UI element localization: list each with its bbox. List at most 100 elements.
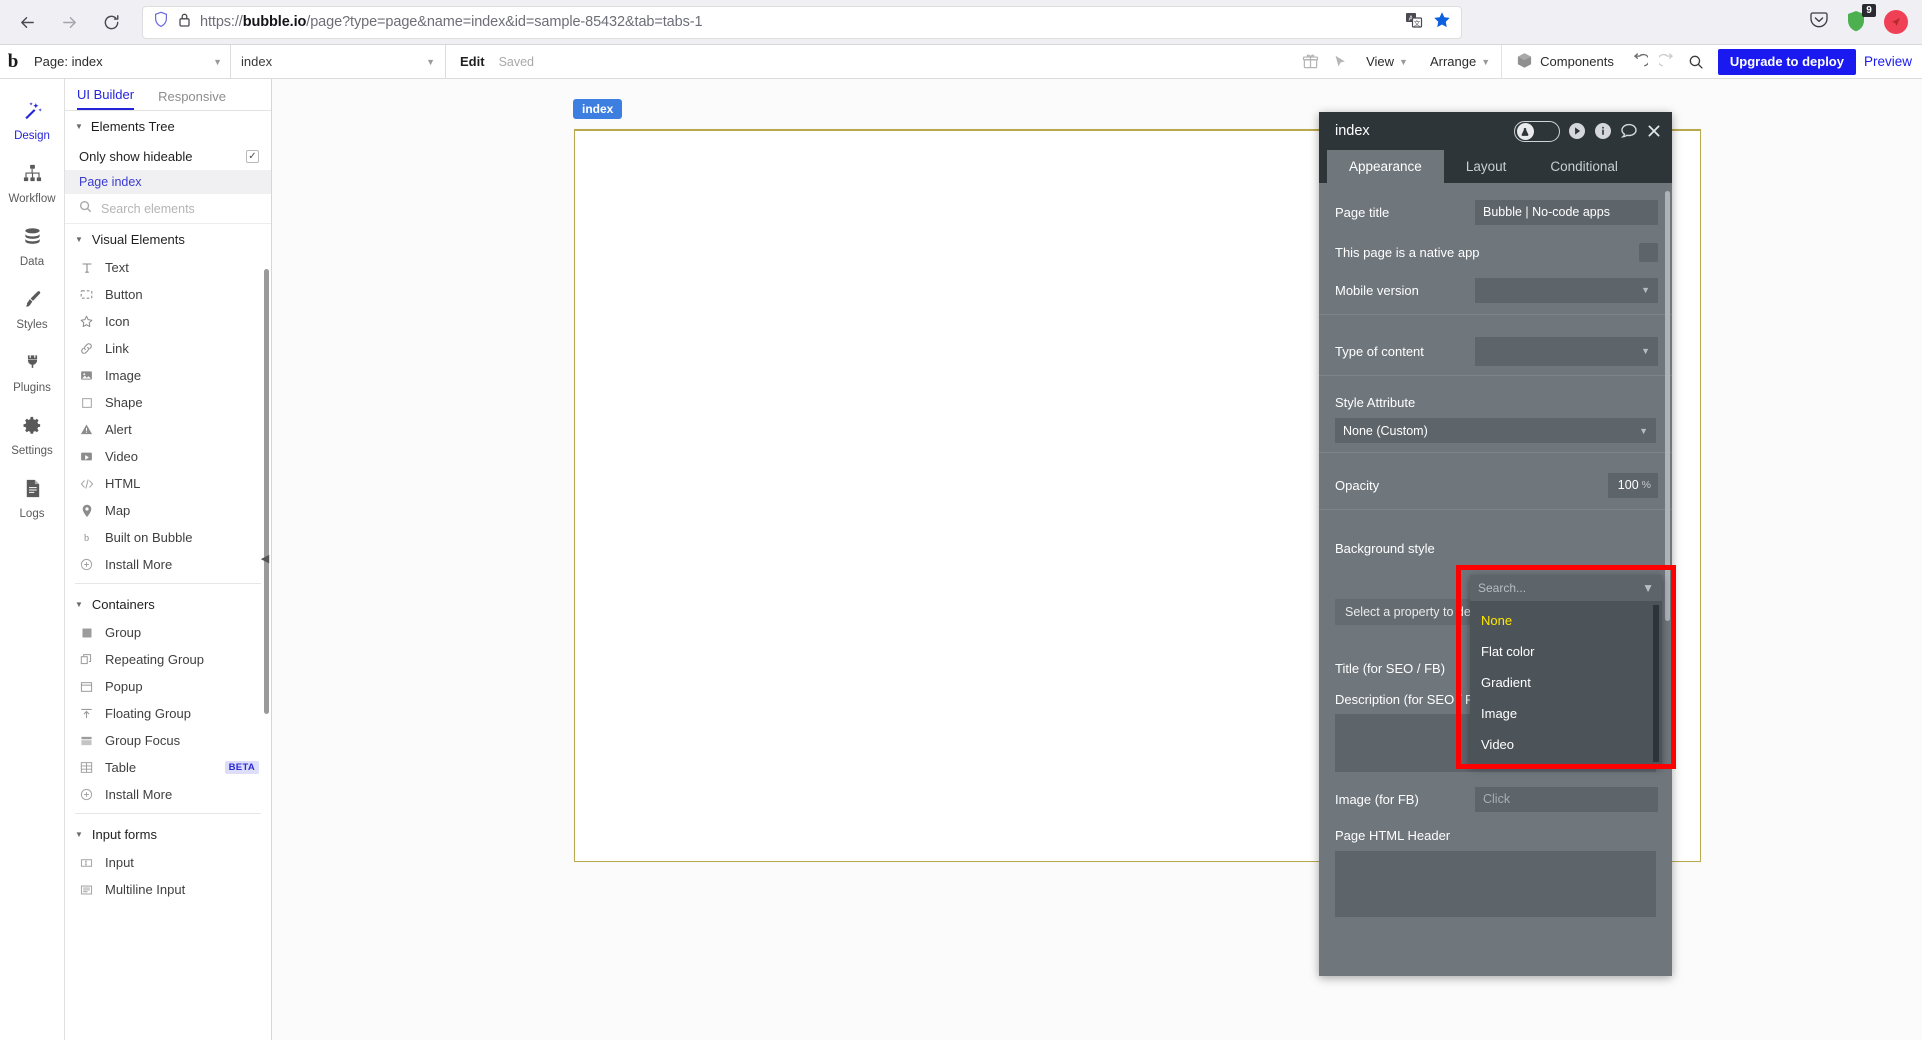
property-divider	[1319, 375, 1672, 376]
element-item-image[interactable]: Image	[65, 362, 271, 389]
tab-conditional[interactable]: Conditional	[1528, 150, 1640, 183]
dropdown-option-image[interactable]: Image	[1470, 698, 1662, 729]
tracking-shield-icon[interactable]	[153, 11, 169, 33]
info-circle-icon[interactable]	[1594, 122, 1612, 140]
page-html-header-textarea[interactable]	[1335, 851, 1656, 917]
type-of-content-dropdown[interactable]: ▼	[1475, 336, 1658, 366]
element-item-icon[interactable]: Icon	[65, 308, 271, 335]
sidebar-item-workflow[interactable]: Workflow	[0, 152, 65, 215]
element-item-video[interactable]: Video	[65, 443, 271, 470]
translate-icon[interactable]: A文	[1405, 11, 1423, 34]
only-show-hideable-row[interactable]: Only show hideable ✓	[65, 142, 271, 170]
elements-panel-scrollbar[interactable]	[264, 269, 269, 714]
section-header-visual-elements[interactable]: ▼ Visual Elements	[65, 224, 271, 254]
sidebar-item-styles[interactable]: Styles	[0, 278, 65, 341]
undo-icon[interactable]	[1626, 45, 1654, 79]
dropdown-search-field[interactable]: Search... ▼	[1470, 575, 1662, 601]
section-header-input-forms[interactable]: ▼ Input forms	[65, 819, 271, 849]
cursor-icon[interactable]	[1325, 45, 1355, 79]
cube-icon	[1516, 52, 1533, 72]
only-show-hideable-checkbox[interactable]: ✓	[246, 149, 259, 163]
visibility-toggle-icon[interactable]	[1514, 120, 1560, 142]
element-item-table[interactable]: Table BETA	[65, 754, 271, 781]
pocket-icon[interactable]	[1808, 9, 1830, 36]
preview-button[interactable]: Preview	[1864, 54, 1922, 69]
dropdown-option-flat-color[interactable]: Flat color	[1470, 636, 1662, 667]
element-label: Table	[105, 760, 137, 775]
sidebar-item-plugins[interactable]: Plugins	[0, 341, 65, 404]
page-title-input[interactable]: Bubble | No-code apps	[1475, 199, 1658, 225]
extension-shield-icon[interactable]: 9	[1844, 4, 1876, 35]
play-circle-icon[interactable]	[1568, 122, 1586, 140]
sidebar-item-logs[interactable]: Logs	[0, 467, 65, 530]
element-item-input[interactable]: Input	[65, 849, 271, 876]
element-selector-dropdown[interactable]: index ▼	[231, 44, 446, 79]
element-item-install-more-containers[interactable]: Install More	[65, 781, 271, 808]
element-item-link[interactable]: Link	[65, 335, 271, 362]
sidebar-item-design[interactable]: Design	[0, 89, 65, 152]
mobile-version-dropdown[interactable]: ▼	[1475, 277, 1658, 303]
element-item-repeating-group[interactable]: Repeating Group	[65, 646, 271, 673]
element-item-button[interactable]: Button	[65, 281, 271, 308]
profile-avatar-icon[interactable]	[1884, 10, 1908, 34]
sidebar-item-data[interactable]: Data	[0, 215, 65, 278]
style-attribute-dropdown[interactable]: None (Custom) ▼	[1335, 418, 1656, 443]
forward-arrow-icon[interactable]	[50, 5, 88, 39]
search-icon[interactable]	[1682, 45, 1710, 79]
comment-bubble-icon[interactable]	[1620, 122, 1638, 140]
dropdown-scrollbar[interactable]	[1653, 605, 1659, 762]
components-button[interactable]: Components	[1501, 44, 1626, 79]
canvas-page-tag[interactable]: index	[573, 99, 623, 119]
page-index-item[interactable]: Page index	[65, 170, 271, 194]
dropdown-option-video[interactable]: Video	[1470, 729, 1662, 760]
section-header-containers[interactable]: ▼ Containers	[65, 589, 271, 619]
bookmark-star-icon[interactable]	[1433, 11, 1451, 34]
design-wand-icon	[22, 100, 43, 126]
reload-icon[interactable]	[92, 5, 130, 39]
arrange-menu[interactable]: Arrange ▼	[1419, 45, 1501, 79]
element-item-group-focus[interactable]: Group Focus	[65, 727, 271, 754]
element-item-group[interactable]: Group	[65, 619, 271, 646]
native-app-checkbox[interactable]	[1639, 242, 1658, 262]
tab-responsive[interactable]: Responsive	[158, 89, 226, 110]
dropdown-option-none[interactable]: None	[1470, 605, 1662, 636]
tab-ui-builder[interactable]: UI Builder	[77, 87, 135, 110]
url-bar[interactable]: https://bubble.io/page?type=page&name=in…	[142, 5, 1462, 39]
element-item-html[interactable]: HTML	[65, 470, 271, 497]
element-item-text[interactable]: Text	[65, 254, 271, 281]
svg-text:b: b	[84, 533, 89, 544]
element-item-install-more-visual[interactable]: Install More	[65, 551, 271, 578]
background-style-dropdown-popup[interactable]: Search... ▼ None Flat color Gradient Ima…	[1470, 575, 1662, 766]
tab-layout[interactable]: Layout	[1444, 150, 1529, 183]
element-item-alert[interactable]: Alert	[65, 416, 271, 443]
gift-icon[interactable]	[1295, 45, 1325, 79]
close-x-icon[interactable]	[1646, 123, 1662, 139]
edit-label[interactable]: Edit	[460, 54, 485, 69]
browser-nav-buttons	[0, 5, 130, 39]
element-item-shape[interactable]: Shape	[65, 389, 271, 416]
sidebar-item-settings[interactable]: Settings	[0, 404, 65, 467]
element-item-multiline-input[interactable]: Multiline Input	[65, 876, 271, 903]
opacity-input[interactable]: 100 %	[1608, 472, 1658, 498]
page-selector-dropdown[interactable]: Page: index ▼	[26, 44, 231, 79]
element-item-popup[interactable]: Popup	[65, 673, 271, 700]
image-fb-click-button[interactable]: Click	[1475, 786, 1658, 812]
sidebar-item-label: Workflow	[8, 192, 56, 205]
element-item-floating-group[interactable]: Floating Group	[65, 700, 271, 727]
search-elements-row[interactable]	[65, 194, 271, 224]
elements-tree-header[interactable]: ▼ Elements Tree	[65, 111, 271, 142]
panel-collapse-handle[interactable]: ◀	[258, 545, 272, 571]
element-item-map[interactable]: Map	[65, 497, 271, 524]
redo-icon[interactable]	[1654, 45, 1682, 79]
upgrade-to-deploy-button[interactable]: Upgrade to deploy	[1717, 48, 1856, 75]
tab-appearance[interactable]: Appearance	[1327, 150, 1444, 183]
design-canvas[interactable]: index	[272, 79, 1922, 1040]
table-grid-icon	[79, 761, 94, 774]
image-fb-label: Image (for FB)	[1335, 791, 1419, 807]
view-menu[interactable]: View ▼	[1355, 45, 1419, 79]
search-elements-input[interactable]	[101, 201, 241, 216]
back-arrow-icon[interactable]	[8, 5, 46, 39]
property-editor-scrollbar[interactable]	[1665, 191, 1670, 621]
element-item-built-on-bubble[interactable]: b Built on Bubble	[65, 524, 271, 551]
dropdown-option-gradient[interactable]: Gradient	[1470, 667, 1662, 698]
